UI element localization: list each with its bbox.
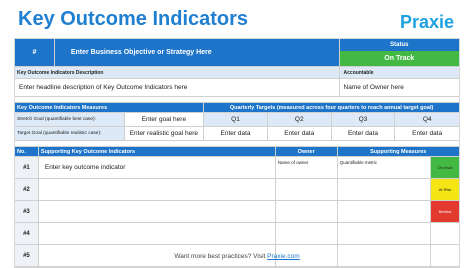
col-no-header: No. xyxy=(15,147,39,157)
target-q3-input[interactable]: Enter data xyxy=(331,127,396,141)
praxie-link[interactable]: Praxie.com xyxy=(267,253,300,260)
measures-header: Key Outcome Indicators Measures xyxy=(15,103,205,113)
owner-field[interactable] xyxy=(275,223,338,245)
description-row: Enter headline description of Key Outcom… xyxy=(15,79,459,97)
indicator-input[interactable] xyxy=(38,201,276,223)
status-box: Status On Track xyxy=(339,39,459,67)
description-input[interactable]: Enter headline description of Key Outcom… xyxy=(15,79,340,97)
objective-row: # Enter Business Objective or Strategy H… xyxy=(15,39,459,67)
metric-field[interactable]: Quantifiable metric xyxy=(337,157,432,179)
quarter-header-q1: Q1 xyxy=(204,113,268,127)
status-label: Status xyxy=(339,39,459,51)
indicator-row: #4 xyxy=(15,223,460,245)
row-number: #2 xyxy=(15,179,39,201)
accountable-label: Accountable xyxy=(339,67,459,79)
status-cell[interactable]: On track xyxy=(431,157,460,179)
row-number: #4 xyxy=(15,223,39,245)
metric-field[interactable] xyxy=(337,179,432,201)
status-cell[interactable]: At Risk xyxy=(431,179,460,201)
status-cell[interactable]: Behind xyxy=(431,201,460,223)
indicator-input[interactable]: Enter key outcome indicator xyxy=(38,157,276,179)
stretch-goal-input[interactable]: Enter goal here xyxy=(124,113,205,127)
target-q4-input[interactable]: Enter data xyxy=(395,127,460,141)
owner-field[interactable]: Name of owner xyxy=(275,157,338,179)
row-number: #1 xyxy=(15,157,39,179)
target-q1-input[interactable]: Enter data xyxy=(204,127,268,141)
quarterly-header: Quarterly Targets (measured across four … xyxy=(204,103,459,113)
status-cell[interactable] xyxy=(431,223,460,245)
status-badge[interactable]: On Track xyxy=(339,50,459,66)
target-q2-input[interactable]: Enter data xyxy=(267,127,332,141)
praxie-logo: Praxie xyxy=(399,12,454,32)
indicator-input[interactable] xyxy=(38,223,276,245)
col-measures-header: Supporting Measures xyxy=(337,147,459,157)
owner-field[interactable] xyxy=(275,201,338,223)
row-number: #3 xyxy=(15,201,39,223)
stretch-goal-label: Stretch Goal (quantifiable best case): xyxy=(15,113,125,127)
col-owner-header: Owner xyxy=(275,147,338,157)
quarter-header-q2: Q2 xyxy=(267,113,332,127)
footer-text: Want more best practices? Visit xyxy=(174,253,268,260)
objective-hash: # xyxy=(15,39,55,67)
metric-field[interactable] xyxy=(337,201,432,223)
quarter-header-q3: Q3 xyxy=(331,113,396,127)
target-goal-label: Target Goal (quantifiable realistic case… xyxy=(15,127,125,141)
owner-field[interactable] xyxy=(275,179,338,201)
indicator-row: #3 Behind xyxy=(15,201,460,223)
indicator-input[interactable] xyxy=(38,179,276,201)
description-label: Key Outcome Indicators Description xyxy=(15,67,340,79)
quarter-header-q4: Q4 xyxy=(395,113,460,127)
metric-field[interactable] xyxy=(337,223,432,245)
col-indicators-header: Supporting Key Outcome Indicators xyxy=(38,147,276,157)
measures-header-row: Key Outcome Indicators Measures Quarterl… xyxy=(15,103,459,113)
koi-sheet: # Enter Business Objective or Strategy H… xyxy=(14,38,460,268)
description-label-row: Key Outcome Indicators Description Accou… xyxy=(15,67,459,79)
owner-input[interactable]: Name of Owner here xyxy=(339,79,459,97)
indicator-row: #2 At Risk xyxy=(15,179,460,201)
footer: Want more best practices? Visit Praxie.c… xyxy=(0,253,474,260)
target-goal-row: Target Goal (quantifiable realistic case… xyxy=(15,127,460,141)
objective-input[interactable]: Enter Business Objective or Strategy Her… xyxy=(54,39,340,67)
stretch-goal-row: Stretch Goal (quantifiable best case): E… xyxy=(15,113,460,127)
target-goal-input[interactable]: Enter realistic goal here xyxy=(124,127,205,141)
page-title: Key Outcome Indicators xyxy=(18,8,249,30)
indicator-row: #1 Enter key outcome indicator Name of o… xyxy=(15,157,460,179)
indicators-header-row: No. Supporting Key Outcome Indicators Ow… xyxy=(15,147,459,157)
